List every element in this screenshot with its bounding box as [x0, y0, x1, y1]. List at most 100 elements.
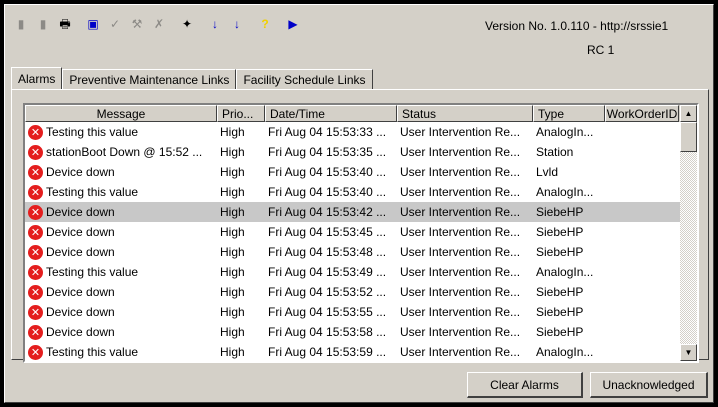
datetime-cell: Fri Aug 04 15:53:55 ...: [268, 305, 387, 319]
datetime-cell: Fri Aug 04 15:53:49 ...: [268, 265, 387, 279]
type-cell: AnalogIn...: [536, 185, 594, 199]
vertical-scrollbar[interactable]: ▲ ▼: [680, 105, 697, 361]
copy-icon[interactable]: ▣: [83, 14, 103, 34]
status-cell: User Intervention Re...: [400, 305, 521, 319]
scroll-up-icon[interactable]: ▲: [680, 105, 697, 122]
priority-cell: High: [220, 285, 245, 299]
type-cell: SiebeHP: [536, 305, 584, 319]
message-cell: ✕ Device down: [25, 284, 217, 300]
datetime-cell: Fri Aug 04 15:53:42 ...: [268, 205, 387, 219]
clear-icon[interactable]: ✗: [149, 14, 169, 34]
error-icon: ✕: [28, 124, 43, 140]
type-cell: SiebeHP: [536, 325, 584, 339]
check-icon[interactable]: ✓: [105, 14, 125, 34]
table-row[interactable]: ✕ Device down High Fri Aug 04 15:53:55 ... U…: [25, 302, 697, 322]
table-row[interactable]: ✕ Device down High Fri Aug 04 15:53:48 ... U…: [25, 242, 697, 262]
table-row[interactable]: ✕ Device down High Fri Aug 04 15:53:42 ... U…: [25, 202, 697, 222]
priority-cell: High: [220, 225, 245, 239]
column-header-workorderid[interactable]: WorkOrderID: [605, 105, 679, 122]
message-text: Device down: [46, 305, 115, 319]
filter-icon[interactable]: ✦: [177, 14, 197, 34]
message-cell: ✕ Device down: [25, 324, 217, 340]
alarm-list[interactable]: Message Prio... Date/Time Status Type Wo…: [23, 103, 699, 363]
column-header-datetime[interactable]: Date/Time: [265, 105, 397, 122]
table-row[interactable]: ✕ Testing this value High Fri Aug 04 15:53:…: [25, 342, 697, 361]
scroll-thumb[interactable]: [680, 122, 697, 152]
datetime-cell: Fri Aug 04 15:53:40 ...: [268, 165, 387, 179]
table-row[interactable]: ✕ Device down High Fri Aug 04 15:53:52 ... U…: [25, 282, 697, 302]
sort-descending-icon[interactable]: ↓: [227, 14, 247, 34]
toolbar: ▮ ▮ 🖶 ▣ ✓ ⚒ ✗ ✦ ↓ ↓ ? ▶: [11, 11, 305, 37]
priority-cell: High: [220, 125, 245, 139]
tab-alarms[interactable]: Alarms: [11, 67, 63, 89]
type-cell: Lvld: [536, 165, 559, 179]
next-icon[interactable]: ▶: [283, 14, 303, 34]
message-text: Testing this value: [46, 185, 139, 199]
acknowledge-icon[interactable]: ⚒: [127, 14, 147, 34]
message-cell: ✕ Device down: [25, 224, 217, 240]
priority-cell: High: [220, 325, 245, 339]
table-row[interactable]: ✕ Device down High Fri Aug 04 15:53:45 ... U…: [25, 222, 697, 242]
message-text: Device down: [46, 205, 115, 219]
clear-alarms-button[interactable]: Clear Alarms: [467, 372, 583, 398]
datetime-cell: Fri Aug 04 15:53:59 ...: [268, 345, 387, 359]
status-cell: User Intervention Re...: [400, 265, 521, 279]
datetime-cell: Fri Aug 04 15:53:40 ...: [268, 185, 387, 199]
datetime-cell: Fri Aug 04 15:53:52 ...: [268, 285, 387, 299]
priority-cell: High: [220, 345, 245, 359]
print-icon[interactable]: 🖶: [55, 14, 75, 34]
status-cell: User Intervention Re...: [400, 285, 521, 299]
tab-preventive-maintenance-links[interactable]: Preventive Maintenance Links: [62, 69, 237, 89]
message-text: Device down: [46, 285, 115, 299]
error-icon: ✕: [28, 204, 43, 220]
alarm-viewer-window: ▮ ▮ 🖶 ▣ ✓ ⚒ ✗ ✦ ↓ ↓ ? ▶ Version No. 1.0.…: [4, 4, 714, 403]
tab-facility-schedule-links[interactable]: Facility Schedule Links: [236, 69, 373, 89]
table-row[interactable]: ✕ Testing this value High Fri Aug 04 15:53:…: [25, 262, 697, 282]
table-row[interactable]: ✕ Testing this value High Fri Aug 04 15:53:…: [25, 182, 697, 202]
datetime-cell: Fri Aug 04 15:53:35 ...: [268, 145, 387, 159]
list-body: ✕ Testing this value High Fri Aug 04 15:53:…: [25, 122, 697, 361]
message-cell: ✕ Device down: [25, 244, 217, 260]
message-text: Testing this value: [46, 345, 139, 359]
message-text: stationBoot Down @ 15:52 ...: [46, 145, 203, 159]
message-text: Device down: [46, 325, 115, 339]
tab-bar: Alarms Preventive Maintenance Links Faci…: [11, 67, 373, 89]
sort-ascending-icon[interactable]: ↓: [205, 14, 225, 34]
error-icon: ✕: [28, 144, 43, 160]
help-icon[interactable]: ?: [255, 14, 275, 34]
column-header-type[interactable]: Type: [533, 105, 605, 122]
datetime-cell: Fri Aug 04 15:53:58 ...: [268, 325, 387, 339]
version-label: Version No. 1.0.110 - http://srssie1: [485, 19, 669, 33]
status-cell: User Intervention Re...: [400, 345, 521, 359]
priority-cell: High: [220, 265, 245, 279]
error-icon: ✕: [28, 224, 43, 240]
message-cell: ✕ Device down: [25, 304, 217, 320]
message-cell: ✕ stationBoot Down @ 15:52 ...: [25, 144, 217, 160]
message-cell: ✕ Device down: [25, 164, 217, 180]
lock-icon[interactable]: ▮: [11, 14, 31, 34]
error-icon: ✕: [28, 184, 43, 200]
table-row[interactable]: ✕ Device down High Fri Aug 04 15:53:40 ... U…: [25, 162, 697, 182]
type-cell: AnalogIn...: [536, 265, 594, 279]
priority-cell: High: [220, 305, 245, 319]
priority-cell: High: [220, 185, 245, 199]
table-row[interactable]: ✕ Device down High Fri Aug 04 15:53:58 ... U…: [25, 322, 697, 342]
unacknowledged-button[interactable]: Unacknowledged: [590, 372, 708, 398]
message-cell: ✕ Device down: [25, 204, 217, 220]
table-row[interactable]: ✕ Testing this value High Fri Aug 04 15:53:…: [25, 122, 697, 142]
table-row[interactable]: ✕ stationBoot Down @ 15:52 ... High Fri Aug…: [25, 142, 697, 162]
rc-label: RC 1: [587, 43, 615, 57]
column-header-priority[interactable]: Prio...: [217, 105, 265, 122]
column-header-status[interactable]: Status: [397, 105, 533, 122]
status-cell: User Intervention Re...: [400, 145, 521, 159]
status-cell: User Intervention Re...: [400, 165, 521, 179]
message-text: Device down: [46, 225, 115, 239]
column-header-message[interactable]: Message: [25, 105, 217, 122]
scroll-down-icon[interactable]: ▼: [680, 344, 697, 361]
status-cell: User Intervention Re...: [400, 185, 521, 199]
error-icon: ✕: [28, 344, 43, 360]
status-cell: User Intervention Re...: [400, 245, 521, 259]
type-cell: Station: [536, 145, 574, 159]
lock-icon-2[interactable]: ▮: [33, 14, 53, 34]
type-cell: AnalogIn...: [536, 345, 594, 359]
